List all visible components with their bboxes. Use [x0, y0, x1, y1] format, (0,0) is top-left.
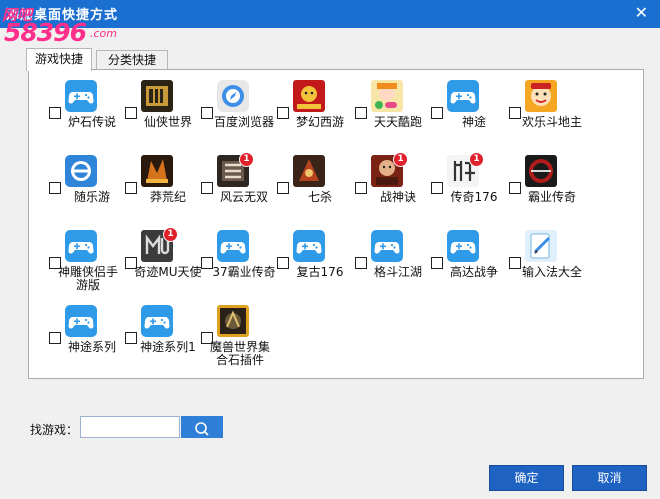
game-item: 1 风云无双: [201, 152, 279, 227]
game-label: 神途: [461, 115, 486, 129]
chuanqi-icon[interactable]: 1: [447, 152, 484, 187]
game-label: 高达战争: [449, 265, 498, 279]
cancel-button[interactable]: 取消: [572, 465, 647, 491]
watermark-domain: .com: [90, 27, 117, 40]
game-item: 随乐游: [49, 155, 127, 227]
game-item: 霸业传奇: [509, 155, 587, 227]
game-label: 梦幻西游: [295, 115, 344, 129]
window-title: 添加桌面快捷方式: [6, 8, 119, 23]
game-item: 神雕侠侣手游版: [49, 230, 127, 302]
game-label: 传奇176: [450, 190, 498, 204]
game-label: 欢乐斗地主: [521, 115, 582, 129]
title-bar: 添加桌面快捷方式 ✕: [0, 0, 660, 28]
game-label: 风云无双: [219, 190, 268, 204]
mu-icon[interactable]: 1: [141, 227, 178, 262]
gamepad-icon[interactable]: [293, 230, 325, 262]
game-label: 神途系列1: [140, 340, 196, 354]
game-item: 高达战争: [431, 230, 509, 302]
game-item: 炉石传说: [49, 80, 127, 152]
game-label: 炉石传说: [67, 115, 116, 129]
wow-icon[interactable]: [217, 305, 249, 337]
suileyou-icon[interactable]: [65, 155, 97, 187]
game-label: 随乐游: [73, 190, 110, 204]
game-item: 37霸业传奇: [201, 230, 279, 302]
game-label: 七杀: [307, 190, 332, 204]
game-item: 1 奇迹MU天使: [125, 227, 203, 302]
gamepad-icon[interactable]: [447, 230, 479, 262]
game-item: 1 传奇176: [431, 152, 509, 227]
tab-category-shortcuts[interactable]: 分类快捷: [96, 50, 168, 70]
game-item: 仙侠世界: [125, 80, 203, 152]
game-item: 神途系列: [49, 305, 127, 377]
game-item: 1 战神诀: [355, 152, 433, 227]
game-item: 梦幻西游: [277, 80, 355, 152]
close-icon[interactable]: ✕: [635, 3, 648, 22]
manghuang-icon[interactable]: [141, 155, 173, 187]
gamepad-icon[interactable]: [65, 230, 97, 262]
game-item: 格斗江湖: [355, 230, 433, 302]
game-label: 输入法大全: [521, 265, 582, 279]
game-item: 欢乐斗地主: [509, 80, 587, 152]
gamepad-icon[interactable]: [447, 80, 479, 112]
game-label: 百度浏览器: [213, 115, 274, 129]
zhanshen-icon[interactable]: 1: [371, 152, 408, 187]
ok-button[interactable]: 确定: [489, 465, 564, 491]
game-label: 战神诀: [379, 190, 416, 204]
game-item: 复古176: [277, 230, 355, 302]
tab-game-shortcuts[interactable]: 游戏快捷: [26, 48, 92, 71]
notification-badge: 1: [469, 152, 484, 167]
notification-badge: 1: [393, 152, 408, 167]
search-button[interactable]: [181, 416, 223, 438]
game-label: 仙侠世界: [143, 115, 192, 129]
game-label: 魔兽世界集合石插件: [209, 340, 270, 367]
game-item: 天天酷跑: [355, 80, 433, 152]
search-label: 找游戏：: [30, 423, 79, 437]
baidu-browser-icon[interactable]: [217, 80, 249, 112]
game-item: 神途系列1: [125, 305, 203, 377]
kupao-icon[interactable]: [371, 80, 403, 112]
game-item: 百度浏览器: [201, 80, 279, 152]
gamepad-icon[interactable]: [65, 80, 97, 112]
game-label: 格斗江湖: [373, 265, 422, 279]
gamepad-icon[interactable]: [217, 230, 249, 262]
gamepad-icon[interactable]: [371, 230, 403, 262]
search-input[interactable]: [80, 416, 180, 438]
notification-badge: 1: [163, 227, 178, 242]
game-label: 37霸业传奇: [212, 265, 276, 279]
game-grid: 炉石传说 仙侠世界 百度浏览器 梦幻西游 天天酷跑 神途 欢乐斗地主随乐游 莽荒纪 1 风云无双 七…: [28, 69, 644, 379]
doudizhu-icon[interactable]: [525, 80, 557, 112]
game-item: 输入法大全: [509, 230, 587, 302]
game-item: 莽荒纪: [125, 155, 203, 227]
game-label: 莽荒纪: [149, 190, 186, 204]
game-item: 七杀: [277, 155, 355, 227]
xianxia-icon[interactable]: [141, 80, 173, 112]
menghuan-icon[interactable]: [293, 80, 325, 112]
game-item: 神途: [431, 80, 509, 152]
game-item: 魔兽世界集合石插件: [201, 305, 279, 377]
qisha-icon[interactable]: [293, 155, 325, 187]
game-label: 神雕侠侣手游版: [57, 265, 118, 292]
game-label: 神途系列: [67, 340, 116, 354]
game-label: 霸业传奇: [527, 190, 576, 204]
gamepad-icon[interactable]: [141, 305, 173, 337]
search-icon: [195, 421, 209, 436]
game-label: 奇迹MU天使: [134, 265, 202, 279]
gamepad-icon[interactable]: [65, 305, 97, 337]
input-method-icon[interactable]: [525, 230, 557, 262]
baye-icon[interactable]: [525, 155, 557, 187]
notification-badge: 1: [239, 152, 254, 167]
game-label: 复古176: [296, 265, 344, 279]
fengyun-icon[interactable]: 1: [217, 152, 254, 187]
game-label: 天天酷跑: [373, 115, 422, 129]
